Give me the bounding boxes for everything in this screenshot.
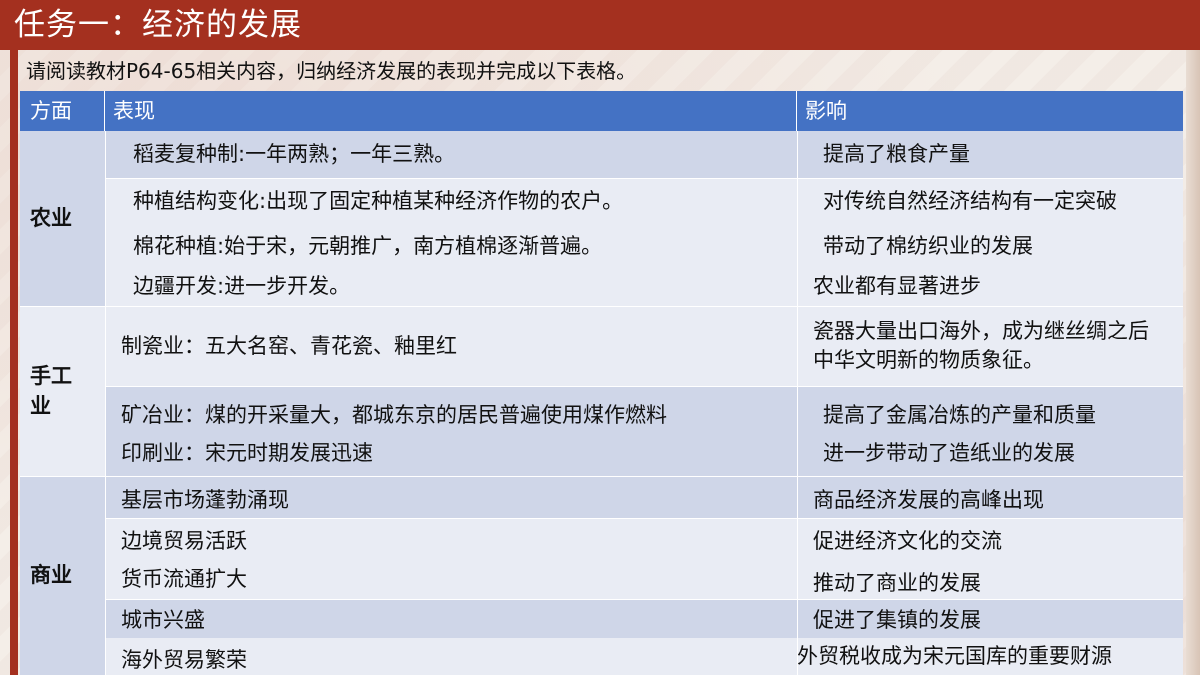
row-divider [105,386,1183,387]
impact-cell: 瓷器大量出口海外，成为继丝绸之后中华文明新的物质象征。 [797,306,1183,386]
aspect-cell-handicraft: 手工业 [20,306,105,476]
row-divider [105,178,1183,179]
row-divider [20,306,1183,307]
performance-cell: 种植结构变化:出现了固定种植某种经济作物的农户。 [105,178,797,225]
instruction-text: 请阅读教材P64-65相关内容，归纳经济发展的表现并完成以下表格。 [26,59,637,83]
impact-cell: 农业都有显著进步 [797,267,1183,306]
impact-cell: 推动了商业的发展 [797,560,1183,599]
column-header-impact: 影响 [797,91,1183,131]
impact-cell: 提高了金属冶炼的产量和质量 [797,386,1183,431]
impact-cell: 促进经济文化的交流 [797,518,1183,560]
impact-cell: 商品经济发展的高峰出现 [797,476,1183,518]
performance-cell: 边境贸易活跃 [105,518,797,560]
aspect-label: 手工业 [30,364,72,418]
row-divider [20,476,1183,477]
row-divider [105,518,1183,519]
performance-cell: 棉花种植:始于宋，元朝推广，南方植棉逐渐普遍。 [105,225,797,267]
impact-cell: 进一步带动了造纸业的发展 [797,431,1183,476]
column-header-aspect: 方面 [20,91,105,131]
performance-cell: 货币流通扩大 [105,560,797,599]
performance-cell: 边疆开发:进一步开发。 [105,267,797,306]
performance-cell: 制瓷业：五大名窑、青花瓷、釉里红 [105,306,797,386]
impact-cell: 带动了棉纺织业的发展 [797,225,1183,267]
performance-cell: 印刷业：宋元时期发展迅速 [105,431,797,476]
performance-cell: 基层市场蓬勃涌现 [105,476,797,518]
column-divider [797,131,798,675]
aspect-cell-agriculture: 农业 [20,131,105,306]
impact-cell: 促进了集镇的发展 [797,599,1183,638]
performance-cell: 矿冶业：煤的开采量大，都城东京的居民普遍使用煤作燃料 [105,386,797,431]
row-divider [105,599,1183,600]
performance-cell: 城市兴盛 [105,599,797,638]
impact-cell: 对传统自然经济结构有一定突破 [797,178,1183,225]
left-accent-bar [10,50,18,675]
column-divider [105,131,106,675]
performance-cell: 海外贸易繁荣 [105,638,797,675]
title-bar: 任务一：经济的发展 [0,0,1200,50]
right-edge-decoration [1186,50,1200,675]
aspect-cell-commerce: 商业 [20,476,105,675]
impact-cell: 外贸税收成为宋元国库的重要财源 [797,638,1183,675]
column-header-performance: 表现 [105,91,797,131]
impact-cell: 提高了粮食产量 [797,131,1183,178]
slide-title: 任务一：经济的发展 [14,7,302,43]
performance-cell: 稻麦复种制:一年两熟；一年三熟。 [105,131,797,178]
